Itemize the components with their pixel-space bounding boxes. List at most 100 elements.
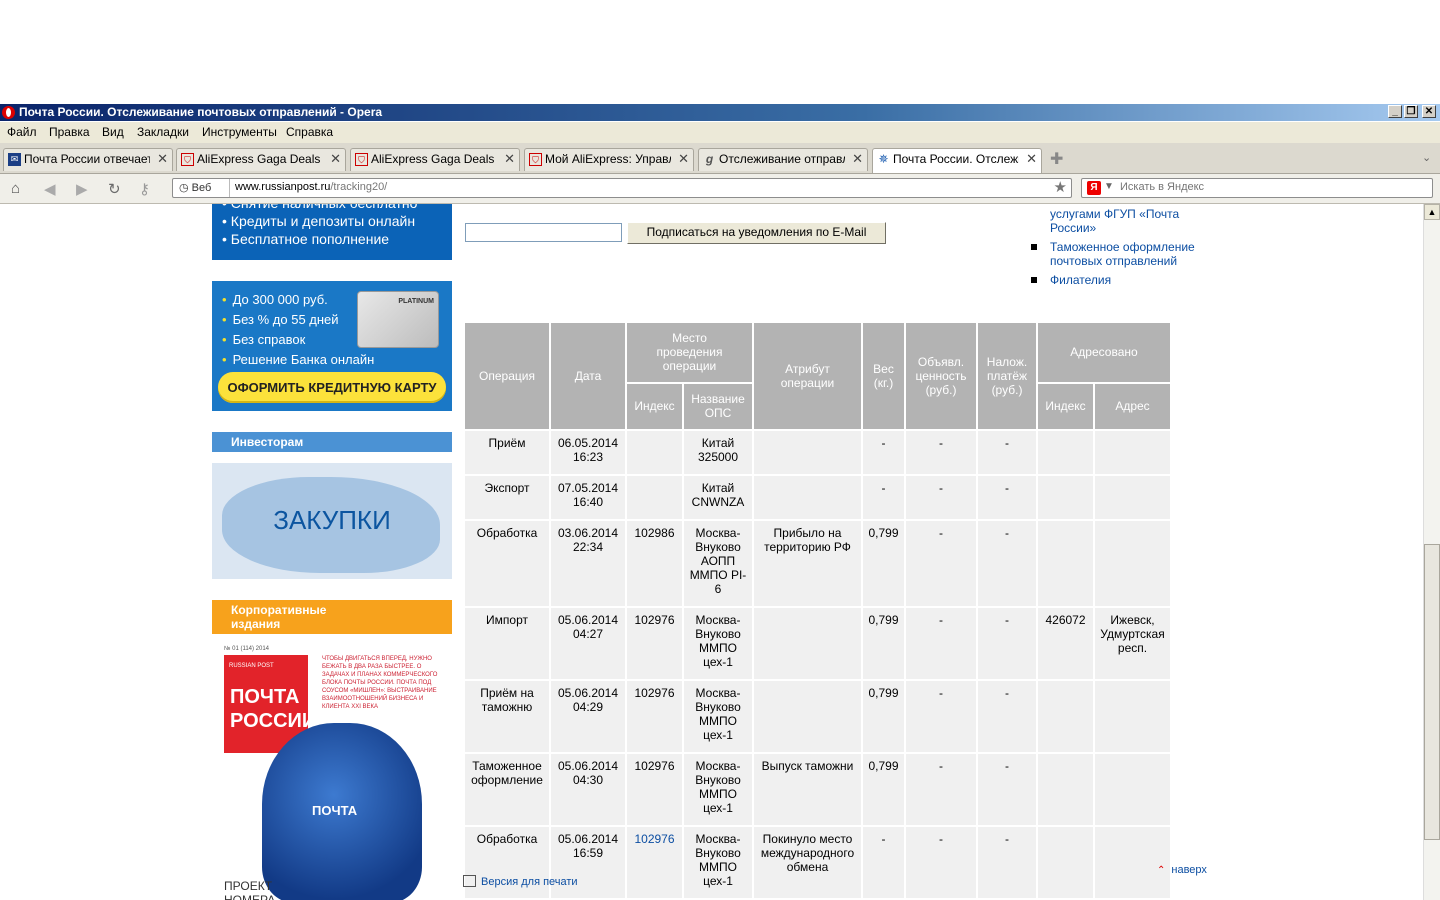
- search-input[interactable]: [1118, 180, 1422, 194]
- close-tab-icon[interactable]: ✕: [504, 151, 515, 167]
- cell-operation: Приём на таможню: [465, 681, 549, 752]
- header-date: Дата: [551, 323, 625, 429]
- forward-icon[interactable]: ▶: [76, 180, 88, 198]
- menu-edit[interactable]: Правка: [49, 125, 90, 139]
- tab-1[interactable]: ⛉ AliExpress Gaga Deals B... ✕: [176, 148, 346, 171]
- cell-cod: -: [978, 754, 1036, 825]
- cell-addr-index: [1038, 521, 1093, 606]
- menu-help[interactable]: Справка: [286, 125, 333, 139]
- cell-declared-value: -: [906, 681, 976, 752]
- print-version-link[interactable]: Версия для печати: [463, 875, 578, 888]
- cell-date-text: 07.05.2014 16:40: [557, 481, 619, 509]
- tab-5-active[interactable]: ✵ Почта России. Отслежи... ✕: [872, 148, 1042, 173]
- fgup-services-link[interactable]: услугами ФГУП «Почта России»: [1050, 207, 1200, 235]
- restore-button[interactable]: ❐: [1404, 105, 1418, 118]
- table-row: Таможенное оформление 05.06.2014 04:30 102…: [465, 754, 1170, 825]
- close-window-button[interactable]: ✕: [1422, 105, 1436, 118]
- key-icon[interactable]: ⚷: [139, 180, 150, 198]
- cell-declared-value: -: [906, 754, 976, 825]
- email-input[interactable]: [465, 223, 622, 242]
- cell-place-name-text: Москва-Внуково АОПП ММПО PI-6: [689, 526, 747, 596]
- cell-attribute: [754, 431, 861, 474]
- cell-place-name: Китай 325000: [684, 431, 752, 474]
- magazine-cover[interactable]: № 01 (114) 2014 RUSSIAN POST ПОЧТА РОССИ…: [212, 643, 452, 900]
- cell-place-name-text: Китай 325000: [697, 436, 739, 464]
- tab-label: Отслеживание отправл...: [719, 152, 845, 166]
- cell-place-name-text: Москва-Внуково ММПО цех-1: [695, 613, 741, 669]
- place-index-link[interactable]: 102976: [634, 832, 674, 846]
- philately-link[interactable]: Филателия: [1050, 273, 1111, 287]
- close-tab-icon[interactable]: ✕: [1026, 151, 1037, 167]
- search-engine-dropdown-icon[interactable]: ▼: [1104, 181, 1114, 192]
- cell-attribute-text: Выпуск таможни: [761, 759, 854, 773]
- cell-weight: -: [863, 476, 904, 519]
- cell-attribute: [754, 476, 861, 519]
- up-chevron-icon: ⌃: [1157, 865, 1166, 876]
- tracking-icon: g: [705, 152, 714, 166]
- tab-2[interactable]: ⛉ AliExpress Gaga Deals P... ✕: [350, 148, 520, 171]
- procurement-banner[interactable]: ЗАКУПКИ: [212, 463, 452, 579]
- menu-bookmarks[interactable]: Закладки: [137, 125, 189, 139]
- order-credit-card-button[interactable]: ОФОРМИТЬ КРЕДИТНУЮ КАРТУ: [218, 372, 446, 403]
- table-row: Обработка 03.06.2014 22:34 102986 Москва-Вн…: [465, 521, 1170, 606]
- feature-item: До 300 000 руб.: [222, 290, 374, 310]
- menu-file[interactable]: Файл: [7, 125, 37, 139]
- tab-3[interactable]: ⛉ Мой AliExpress: Управл... ✕: [524, 148, 694, 171]
- vertical-scrollbar[interactable]: ▲: [1423, 204, 1440, 900]
- home-icon[interactable]: ⌂: [11, 180, 20, 197]
- tab-list-chevron-down-icon[interactable]: ⌄: [1422, 151, 1431, 164]
- header-cod-text: Налож. платёж (руб.): [986, 355, 1028, 397]
- back-icon[interactable]: ◀: [44, 180, 56, 198]
- cell-addr-index: [1038, 681, 1093, 752]
- cell-addr-address: [1095, 827, 1170, 898]
- cell-operation-text: Экспорт: [484, 481, 530, 495]
- reload-icon[interactable]: ↻: [108, 180, 121, 198]
- cell-attribute: [754, 608, 861, 679]
- new-tab-icon[interactable]: ✚: [1050, 149, 1063, 169]
- yandex-icon[interactable]: Я: [1087, 181, 1101, 195]
- tab-4[interactable]: g Отслеживание отправл... ✕: [698, 148, 868, 171]
- close-tab-icon[interactable]: ✕: [157, 151, 168, 167]
- table-row: Приём на таможню 05.06.2014 04:29 102976 Мо…: [465, 681, 1170, 752]
- tab-0[interactable]: ✉ Почта России отвечает... ✕: [3, 148, 173, 171]
- cell-cod: -: [978, 608, 1036, 679]
- top-label: наверх: [1171, 864, 1207, 876]
- customs-clearance-link[interactable]: Таможенное оформление почтовых отправлен…: [1050, 240, 1210, 268]
- cell-declared-value: -: [906, 521, 976, 606]
- subscribe-email-button[interactable]: Подписаться на уведомления по E-Mail: [627, 222, 886, 244]
- investors-link[interactable]: Инвесторам: [212, 432, 452, 452]
- close-tab-icon[interactable]: ✕: [678, 151, 689, 167]
- close-tab-icon[interactable]: ✕: [852, 151, 863, 167]
- cell-cod: -: [978, 681, 1036, 752]
- header-operation: Операция: [465, 323, 549, 429]
- header-attribute-text: Атрибут операции: [780, 362, 835, 390]
- cell-place-index: 102976: [627, 754, 682, 825]
- search-box[interactable]: Я ▼: [1081, 178, 1433, 198]
- feature-item: Без % до 55 дней: [222, 310, 374, 330]
- corporate-publications-link[interactable]: Корпоративные издания: [212, 600, 452, 634]
- menu-tools[interactable]: Инструменты: [202, 125, 277, 139]
- credit-card-banner[interactable]: До 300 000 руб. Без % до 55 дней Без спр…: [212, 281, 452, 411]
- address-bar[interactable]: ◷ Веб www.russianpost.ru/tracking20/ ★: [172, 178, 1072, 198]
- tab-label: Почта России отвечает...: [24, 152, 150, 166]
- address-url[interactable]: www.russianpost.ru/tracking20/: [235, 181, 387, 193]
- back-to-top-link[interactable]: ⌃ наверх: [1157, 864, 1207, 876]
- minimize-button[interactable]: _: [1388, 105, 1402, 118]
- banner-line: • Снятие наличных бесплатно: [222, 204, 452, 212]
- cell-place-name: Москва-Внуково ММПО цех-1: [684, 827, 752, 898]
- scroll-up-arrow-icon[interactable]: ▲: [1424, 204, 1440, 220]
- cell-addr-address: [1095, 431, 1170, 474]
- cell-cod: -: [978, 431, 1036, 474]
- bookmark-star-icon[interactable]: ★: [1054, 178, 1067, 196]
- cell-date: 06.05.2014 16:23: [551, 431, 625, 474]
- web-badge[interactable]: ◷ Веб: [179, 181, 211, 194]
- tracking-table: Операция Дата Место проведения операции …: [463, 321, 1172, 900]
- header-declared-value-text: Объявл. ценность (руб.): [915, 355, 967, 397]
- scrollbar-thumb[interactable]: [1424, 544, 1440, 840]
- header-place: Место проведения операции: [627, 323, 752, 382]
- tab-label: Почта России. Отслежи...: [893, 152, 1019, 166]
- close-tab-icon[interactable]: ✕: [330, 151, 341, 167]
- cell-addr-address: [1095, 476, 1170, 519]
- bank-banner-top[interactable]: • Снятие наличных бесплатно • Кредиты и …: [212, 204, 452, 260]
- menu-view[interactable]: Вид: [102, 125, 124, 139]
